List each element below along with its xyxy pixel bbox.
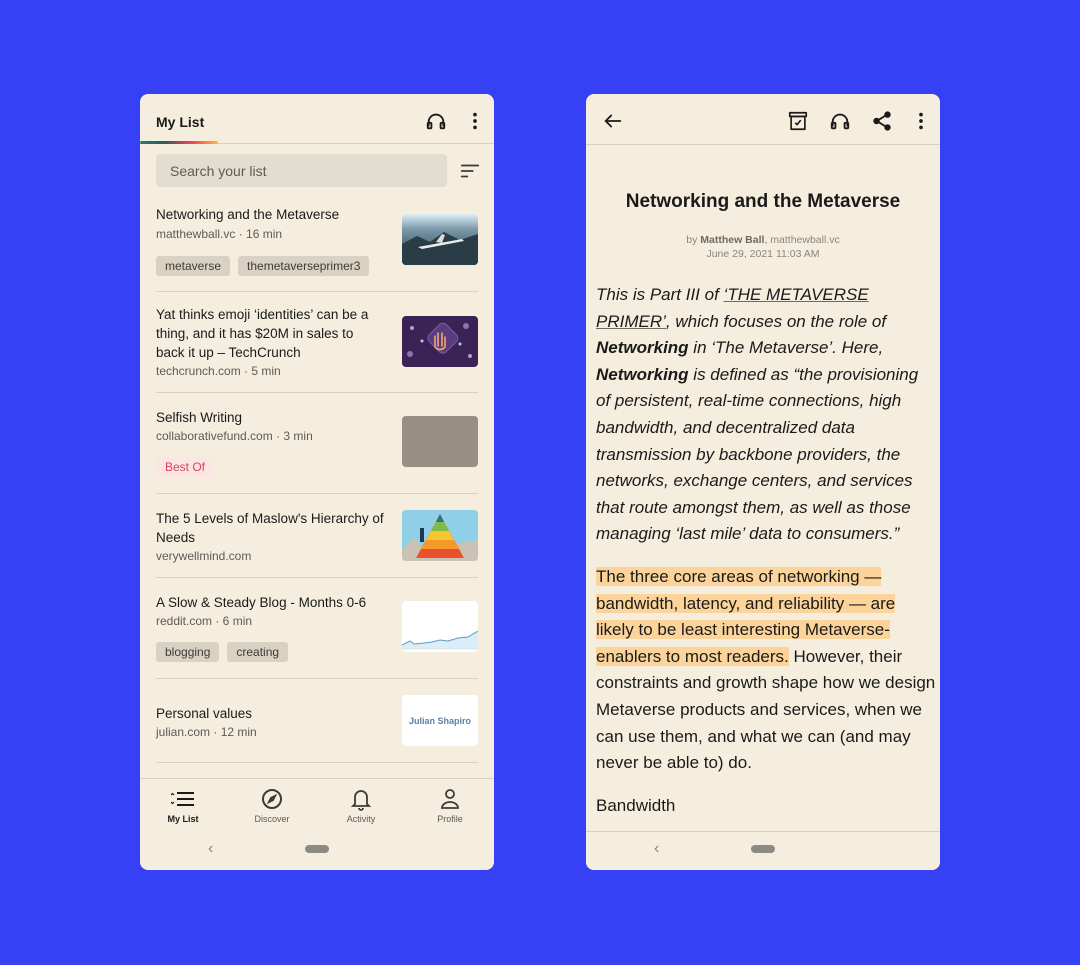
thumbnail-line-chart — [402, 601, 478, 652]
search-input[interactable] — [156, 154, 447, 187]
my-list-screen: My List Networking and the Metaverse mat… — [140, 94, 494, 870]
item-title: Networking and the Metaverse — [156, 207, 340, 222]
item-meta: collaborativefund.com · 3 min — [156, 429, 313, 443]
back-arrow-icon[interactable] — [601, 109, 625, 133]
nav-label: Discover — [254, 814, 290, 824]
intro-paragraph: This is Part III of ‘THE METAVERSE PRIME… — [596, 282, 936, 548]
item-title: Personal values — [156, 706, 253, 721]
tag[interactable]: creating — [227, 642, 289, 662]
item-title: Yat thinks emoji ‘identities’ can be a t… — [156, 307, 369, 360]
body-paragraph: The three core areas of networking — ban… — [596, 564, 936, 777]
share-icon[interactable] — [870, 109, 894, 133]
bell-icon — [350, 790, 372, 811]
reader-toolbar — [586, 94, 940, 145]
nav-profile[interactable]: Profile — [415, 787, 485, 824]
person-icon — [441, 789, 459, 809]
article-byline: by Matthew Ball, matthewball.vc June 29,… — [586, 233, 940, 261]
list-item[interactable]: A Slow & Steady Blog - Months 0-6 reddit… — [156, 578, 478, 679]
system-home-pill[interactable] — [305, 845, 329, 853]
thumbnail-text: Julian Shapiro — [408, 715, 471, 726]
nav-label: Activity — [346, 814, 376, 824]
nav-discover[interactable]: Discover — [237, 787, 307, 824]
article-body: This is Part III of ‘THE METAVERSE PRIME… — [596, 282, 936, 835]
top-app-bar: My List — [140, 94, 494, 144]
tag[interactable]: blogging — [156, 642, 220, 662]
system-navigation-bar: ‹ — [586, 831, 940, 870]
compass-icon — [262, 789, 282, 809]
more-vert-icon[interactable] — [909, 109, 933, 133]
thumbnail-emoji-hand — [402, 316, 478, 367]
item-title: Selfish Writing — [156, 410, 243, 425]
thumbnail-texture — [402, 416, 478, 467]
tag-list: blogging creating — [156, 642, 289, 662]
publish-date: June 29, 2021 11:03 AM — [706, 248, 820, 260]
item-meta: techcrunch.com · 5 min — [156, 364, 281, 378]
source-domain: , matthewball.vc — [764, 234, 840, 246]
article-reader-screen: Networking and the Metaverse by Matthew … — [586, 94, 940, 870]
system-back-button[interactable]: ‹ — [654, 840, 659, 858]
more-vert-icon[interactable] — [463, 109, 487, 133]
system-home-pill[interactable] — [751, 845, 775, 853]
list-item[interactable]: Selfish Writing collaborativefund.com · … — [156, 393, 478, 494]
thumbnail-maslow-pyramid — [402, 510, 478, 561]
text: This is Part III of — [596, 285, 724, 304]
item-meta: reddit.com · 6 min — [156, 614, 253, 628]
list-item[interactable]: The 5 Levels of Maslow's Hierarchy of Ne… — [156, 494, 478, 578]
tag-list: Best Of — [156, 457, 215, 477]
author-name[interactable]: Matthew Ball — [700, 234, 764, 246]
thumbnail-julian-shapiro: Julian Shapiro — [402, 695, 478, 746]
item-meta: julian.com · 12 min — [156, 725, 257, 739]
item-meta: matthewball.vc · 16 min — [156, 227, 283, 241]
active-tab-indicator — [140, 141, 218, 144]
article-title: Networking and the Metaverse — [625, 191, 901, 212]
tag[interactable]: themetaverseprimer3 — [238, 256, 370, 276]
archive-icon[interactable] — [786, 109, 810, 133]
item-meta: verywellmind.com — [156, 549, 252, 563]
bottom-navigation: My List Discover Activity Profile — [140, 778, 494, 834]
item-title: The 5 Levels of Maslow's Hierarchy of Ne… — [156, 511, 384, 545]
item-title: A Slow & Steady Blog - Months 0-6 — [156, 595, 367, 610]
list-item[interactable]: Yat thinks emoji ‘identities’ can be a t… — [156, 292, 478, 393]
sort-icon[interactable] — [458, 159, 482, 183]
nav-my-list[interactable]: My List — [148, 787, 218, 824]
text: , which focuses on the role of — [665, 311, 887, 331]
text: in ‘The Metaverse’. Here, — [688, 338, 884, 358]
list-item[interactable]: Personal values julian.com · 12 min Juli… — [156, 679, 478, 763]
list-item[interactable]: Networking and the Metaverse matthewball… — [156, 194, 478, 292]
system-back-button[interactable]: ‹ — [208, 840, 213, 858]
text: is defined as “the provisioning of persi… — [596, 364, 919, 544]
tab-my-list[interactable]: My List — [156, 114, 204, 130]
best-of-tag[interactable]: Best Of — [156, 457, 215, 477]
tag[interactable]: metaverse — [156, 256, 231, 276]
tag-list: metaverse themetaverseprimer3 — [156, 256, 370, 276]
system-navigation-bar: ‹ — [140, 832, 494, 870]
list-icon — [171, 792, 194, 806]
headphones-icon[interactable] — [424, 109, 448, 133]
bold-term: Networking — [596, 338, 689, 358]
body-paragraph-partial: Bandwidth — [596, 795, 676, 815]
byline-prefix: by — [686, 234, 698, 246]
nav-activity[interactable]: Activity — [326, 787, 396, 824]
bold-term: Networking — [596, 364, 689, 384]
nav-label: Profile — [437, 814, 463, 824]
thumbnail-airplane — [402, 214, 478, 265]
headphones-icon[interactable] — [828, 109, 852, 133]
saved-items-list: Networking and the Metaverse matthewball… — [140, 194, 494, 763]
nav-label: My List — [167, 814, 199, 824]
